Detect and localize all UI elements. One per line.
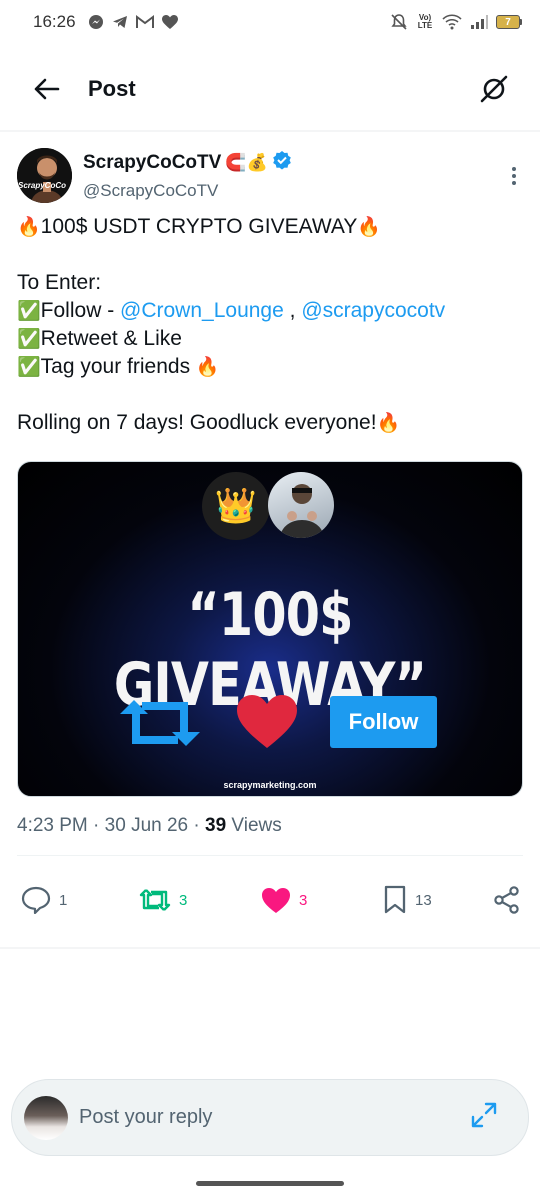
gmail-icon [135,15,154,29]
step-retweet-text: Retweet & Like [40,327,182,350]
person-avatar [268,472,334,538]
meta-divider [17,855,523,856]
home-indicator [196,1181,344,1186]
fire-emoji: 🔥 [357,217,382,238]
comment-icon [21,886,51,914]
share-button[interactable] [493,886,521,914]
bookmark-icon [384,885,406,914]
step-follow-text: Follow - [40,299,121,322]
tweet-text: 🔥100$ USDT CRYPTO GIVEAWAY🔥 To Enter: ✅F… [17,213,523,437]
more-options-button[interactable] [511,166,517,191]
mute-icon [390,13,408,31]
header-divider [0,130,540,132]
reply-composer[interactable]: Post your reply [11,1079,529,1156]
step-tag: ✅Tag your friends 🔥 [17,353,523,381]
verified-badge-icon [272,150,292,176]
post-meta: 4:23 PM · 30 Jun 26 · 39 Views [17,815,282,837]
step-follow: ✅Follow - @Crown_Lounge , @scrapycocotv [17,297,523,325]
expand-icon [471,1102,497,1128]
volte-icon: Vo) LTE [417,13,433,30]
heart-status-icon [161,14,178,30]
bookmark-count: 13 [415,891,432,909]
more-vertical-icon [512,167,516,185]
retweet-icon [139,889,171,911]
author-handle[interactable]: @ScrapyCoCoTV [83,181,292,201]
like-count: 3 [299,891,308,909]
check-emoji: ✅ [17,301,41,322]
status-time: 16:26 [33,12,76,31]
check-emoji: ✅ [17,329,41,350]
retweet-button[interactable]: 3 [139,887,187,913]
image-follow-button: Follow [330,696,437,748]
battery-level: 7 [496,15,520,29]
author-name[interactable]: ScrapyCoCoTV [83,152,221,174]
post-image[interactable]: 👑 “100$ GIVEAWAY” Follow scrapymarketing… [17,461,523,797]
status-bar: 16:26 Vo) LTE 7 [0,0,540,44]
to-enter-line: To Enter: [17,271,102,294]
closing-line: Rolling on 7 days! Goodluck everyone!🔥 [17,409,523,437]
avatar-text: ScrapyCoCo [18,181,67,190]
user-avatar[interactable] [24,1095,68,1140]
meta-separator: · [87,815,105,836]
closing-text: Rolling on 7 days! Goodluck everyone! [17,411,377,434]
bookmark-button[interactable]: 13 [383,885,432,915]
grok-button[interactable] [478,73,510,105]
post-author: ScrapyCoCo ScrapyCoCoTV 🧲💰 @ScrapyCoCoTV [17,148,523,204]
retweet-count: 3 [179,891,188,909]
author-avatar[interactable]: ScrapyCoCo [17,148,72,203]
heart-graphic-icon [237,695,297,748]
headline: 100$ USDT CRYPTO GIVEAWAY [40,215,358,238]
views-count: 39 [205,815,227,836]
mention-separator: , [283,299,302,322]
wifi-icon [442,14,462,30]
like-button[interactable]: 3 [261,887,307,914]
post-time: 4:23 PM [17,815,88,836]
crown-icon: 👑 [214,487,258,525]
actions-divider [0,947,540,949]
post-date: 30 Jun 26 [104,815,189,836]
reply-button[interactable]: 1 [21,886,67,914]
fire-emoji: 🔥 [376,413,401,434]
crown-avatar: 👑 [202,472,270,540]
messenger-icon [88,14,104,30]
check-emoji: ✅ [17,357,41,378]
action-bar: 1 3 3 13 [17,880,523,920]
arrow-left-icon [34,78,60,100]
signal-icon [470,15,488,29]
fire-emoji: 🔥 [17,217,41,238]
mention-crown-lounge[interactable]: @Crown_Lounge [120,299,284,322]
step-tag-text: Tag your friends [40,355,196,378]
reply-count: 1 [59,891,68,909]
meta-separator: · [188,815,206,836]
headline-line: 🔥100$ USDT CRYPTO GIVEAWAY🔥 [17,213,523,241]
top-bar: Post [0,62,540,116]
share-icon [494,886,519,914]
image-site-text: scrapymarketing.com [223,780,317,790]
fire-emoji: 🔥 [195,357,220,378]
reply-input[interactable]: Post your reply [79,1106,212,1129]
heart-icon [262,887,290,913]
grok-icon [480,75,508,103]
author-name-emojis: 🧲💰 [225,153,268,172]
page-title: Post [88,76,136,101]
retweet-graphic-icon [120,700,200,746]
expand-composer-button[interactable] [470,1101,498,1134]
telegram-icon [112,14,128,30]
mention-scrapycocotv[interactable]: @scrapycocotv [301,299,445,322]
back-button[interactable] [30,73,62,105]
views-label: Views [226,815,282,836]
step-retweet: ✅Retweet & Like [17,325,523,353]
battery-icon: 7 [496,15,522,29]
